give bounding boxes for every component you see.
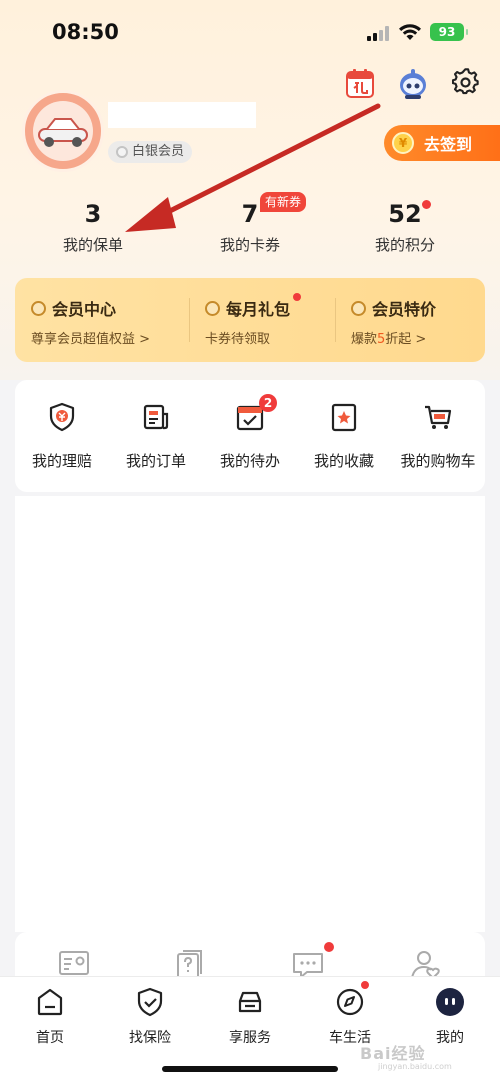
new-coupon-badge: 有新券 (260, 192, 307, 212)
cart-icon (425, 405, 452, 429)
vip-member-center[interactable]: 会员中心 尊享会员超值权益 > (31, 296, 150, 347)
tab-mine[interactable]: 我的 (400, 987, 500, 1047)
wifi-icon (399, 24, 421, 40)
stat-points[interactable]: 52 我的积分 (350, 198, 460, 255)
watermark-text: Bai经验 (360, 1044, 426, 1063)
quick-label: 我的订单 (125, 452, 186, 470)
vip-card: 会员中心 尊享会员超值权益 > 每月礼包 卡券待领取 会员特价 爆款5折起 > (15, 278, 485, 362)
quick-cart[interactable]: 我的购物车 (391, 402, 485, 471)
avatar[interactable] (22, 90, 104, 172)
insurance-shield-icon (137, 987, 163, 1017)
crown-icon (31, 300, 46, 316)
vip-monthly-gift[interactable]: 每月礼包 卡券待领取 (205, 296, 290, 347)
gift-calendar-icon[interactable] (346, 68, 374, 98)
quick-claims[interactable]: 我的理赔 (15, 402, 109, 471)
tab-label: 首页 (36, 1030, 64, 1046)
quick-todo[interactable]: 我的待办 2 (203, 394, 297, 471)
stat-label: 我的积分 (374, 236, 435, 254)
gear-icon[interactable] (452, 68, 480, 96)
points-notification-dot (422, 200, 431, 209)
message-icon[interactable] (291, 946, 325, 980)
gift-notification-dot (293, 293, 301, 301)
help-document-icon[interactable] (173, 946, 207, 980)
tab-label: 享服务 (229, 1030, 271, 1046)
tab-label: 找保险 (129, 1030, 171, 1046)
id-card-icon[interactable] (57, 946, 91, 980)
user-heart-icon[interactable] (409, 946, 443, 980)
tab-services[interactable]: 享服务 (200, 987, 300, 1047)
compass-icon (336, 988, 364, 1016)
battery-indicator: 93 (430, 23, 468, 41)
tab-find-insurance[interactable]: 找保险 (100, 987, 200, 1047)
message-notification-dot (324, 942, 334, 952)
vip-subtitle: 尊享会员超值权益 > (31, 332, 151, 347)
quick-actions-panel: 我的理赔 我的订单 我的待办 2 我的收藏 我的购物车 (15, 380, 485, 492)
stat-value: 52 (388, 200, 422, 228)
quick-label: 我的理赔 (31, 452, 92, 470)
quick-label: 我的购物车 (400, 452, 476, 470)
status-time: 08:50 (52, 20, 119, 44)
shield-icon (49, 402, 75, 432)
quick-orders[interactable]: 我的订单 (109, 402, 203, 471)
stat-label: 我的保单 (62, 236, 123, 254)
watermark-subtext: jingyan.baidu.com (378, 1062, 452, 1071)
signin-button[interactable]: ¥ 去签到 (384, 125, 500, 161)
vip-title: 会员中心 (52, 300, 117, 319)
signin-label: 去签到 (424, 135, 473, 154)
coin-icon: ¥ (392, 132, 414, 154)
quick-label: 我的收藏 (313, 452, 374, 470)
home-indicator (162, 1066, 338, 1072)
vip-special-price[interactable]: 会员特价 爆款5折起 > (351, 296, 436, 347)
robot-assistant-icon[interactable] (397, 68, 429, 100)
home-icon (37, 988, 63, 1016)
stat-value: 3 (84, 200, 102, 228)
stat-label: 我的卡券 (219, 236, 280, 254)
car-service-icon (238, 991, 262, 1013)
status-bar: 08:50 93 (0, 0, 500, 64)
order-icon (143, 404, 169, 430)
bookmark-icon (331, 403, 357, 432)
silver-medal-icon (116, 146, 128, 158)
member-level-badge[interactable]: 白银会员 (108, 141, 193, 163)
divider (335, 298, 336, 342)
divider (189, 298, 190, 342)
vip-subtitle: 卡券待领取 (205, 332, 271, 347)
vip-title: 会员特价 (372, 300, 437, 319)
username-masked (108, 102, 256, 128)
todo-count-badge: 2 (259, 394, 277, 412)
quick-label: 我的待办 (219, 452, 280, 470)
tab-home[interactable]: 首页 (0, 987, 100, 1047)
vip-subtitle-prefix: 爆款 (351, 332, 378, 347)
member-level-label: 白银会员 (132, 144, 185, 159)
car-life-notification-dot (359, 979, 371, 991)
content-placeholder (15, 496, 485, 932)
vip-title: 每月礼包 (226, 300, 291, 319)
cellular-signal-icon (367, 26, 389, 41)
tab-car-life[interactable]: 车生活 (300, 987, 400, 1047)
profile-icon (436, 988, 464, 1016)
avatar-car-illustration (33, 101, 93, 161)
gift-icon (205, 300, 220, 316)
vip-subtitle: 爆款5折起 > (351, 328, 436, 347)
vip-subtitle-suffix: 折起 > (385, 332, 427, 347)
quick-favorites[interactable]: 我的收藏 (297, 402, 391, 471)
tag-icon (351, 300, 366, 316)
stat-policies[interactable]: 3 我的保单 (38, 198, 148, 255)
